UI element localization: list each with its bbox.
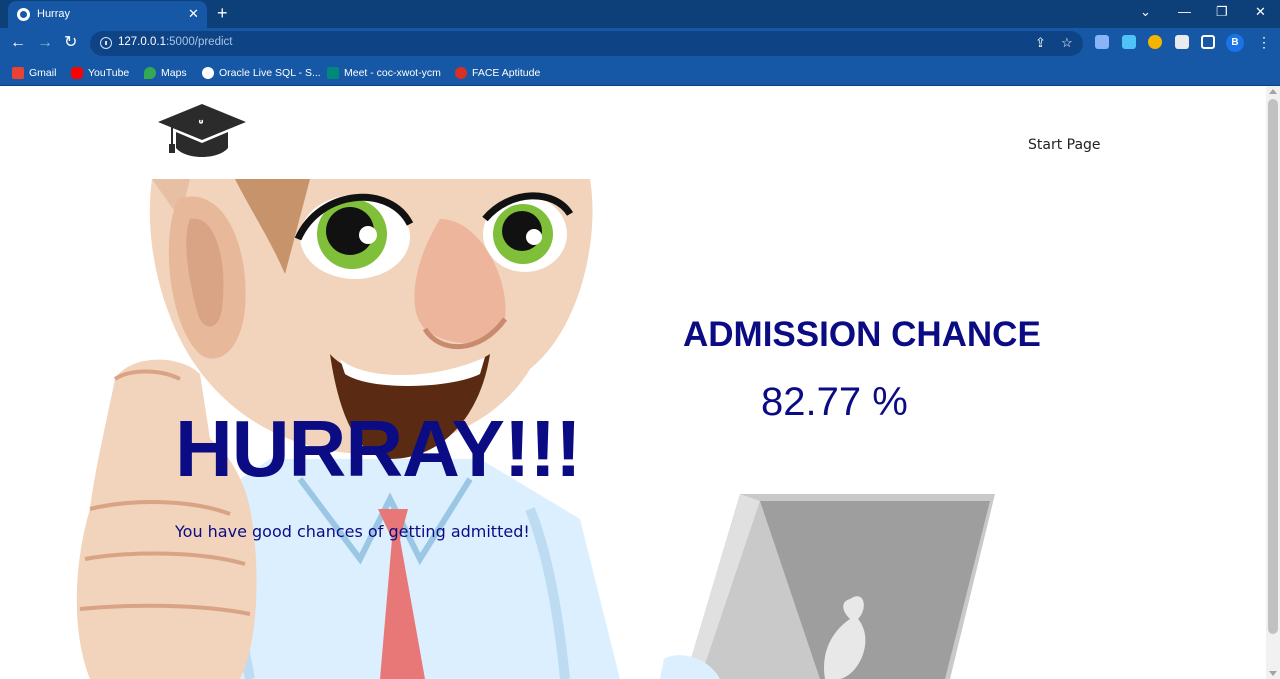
start-page-link[interactable]: Start Page [1028,137,1101,153]
admission-chance-value: 82.77 % [761,380,908,424]
site-info-icon[interactable] [100,37,112,49]
page-content: Start Page HURRAY!!! You have good chanc… [0,86,1266,679]
bookmark-youtube[interactable]: YouTube [71,65,129,81]
face-icon [455,67,467,79]
back-icon[interactable]: ← [10,34,26,52]
graduation-cap-logo-icon[interactable] [156,102,248,160]
globe-icon [17,8,30,21]
bookmark-gmail[interactable]: Gmail [12,65,56,81]
browser-menu-icon[interactable]: ⋮ [1257,34,1271,50]
profile-avatar[interactable]: B [1226,34,1244,52]
close-window-icon[interactable]: ✕ [1255,4,1266,20]
scroll-up-icon[interactable] [1269,89,1277,94]
gmail-icon [12,67,24,79]
url-path: :5000/predict [165,36,233,48]
browser-tab[interactable]: Hurray ✕ [8,1,207,28]
meet-icon [327,67,339,79]
maps-icon [144,67,156,79]
bookmark-face-aptitude[interactable]: FACE Aptitude [455,65,540,81]
bookmark-star-icon[interactable]: ☆ [1061,35,1073,51]
scroll-down-icon[interactable] [1269,671,1277,676]
color-extension-icon[interactable] [1148,35,1162,49]
bookmark-label: Maps [161,67,187,79]
admission-chance-title: ADMISSION CHANCE [683,315,1041,354]
bookmark-label: Oracle Live SQL - S... [219,67,321,79]
restore-icon[interactable]: ❐ [1216,4,1228,20]
screen-capture-extension-icon[interactable] [1095,35,1109,49]
reload-icon[interactable]: ↻ [64,34,77,52]
close-tab-icon[interactable]: ✕ [188,6,199,22]
admission-message: You have good chances of getting admitte… [175,522,530,541]
tab-title: Hurray [37,8,71,20]
forward-icon[interactable]: → [37,34,53,52]
minimize-icon[interactable]: — [1178,4,1191,20]
bookmark-label: FACE Aptitude [472,67,541,79]
share-icon[interactable]: ⇪ [1035,35,1046,51]
browser-toolbar: ← → ↻ 127.0.0.1:5000/predict ⇪ ☆ [0,28,1280,59]
globe-icon [202,67,214,79]
url-text: 127.0.0.1:5000/predict [118,36,232,48]
scroll-thumb[interactable] [1268,99,1278,634]
address-bar[interactable]: 127.0.0.1:5000/predict ⇪ ☆ [90,31,1083,56]
hurray-heading: HURRAY!!! [175,404,582,493]
bookmarks-bar: Gmail YouTube Maps Oracle Live SQL - S..… [0,59,1280,86]
tab-search-icon[interactable]: ⌄ [1140,4,1151,20]
tab-strip: Hurray ✕ + ⌄ — ❐ ✕ [0,0,1280,28]
bookmark-label: Meet - coc-xwot-ycm [344,67,441,79]
extension-icon[interactable] [1122,35,1136,49]
bookmark-label: YouTube [88,67,130,79]
new-tab-icon[interactable]: + [217,3,228,23]
youtube-icon [71,67,83,79]
bookmark-maps[interactable]: Maps [144,65,187,81]
url-host: 127.0.0.1 [118,36,166,48]
bookmark-oracle-live-sql[interactable]: Oracle Live SQL - S... [202,65,321,81]
extensions-puzzle-icon[interactable] [1175,35,1189,49]
bookmark-label: Gmail [29,67,57,79]
page-scrollbar[interactable] [1266,86,1280,679]
side-panel-icon[interactable] [1201,35,1215,49]
bookmark-meet[interactable]: Meet - coc-xwot-ycm [327,65,441,81]
